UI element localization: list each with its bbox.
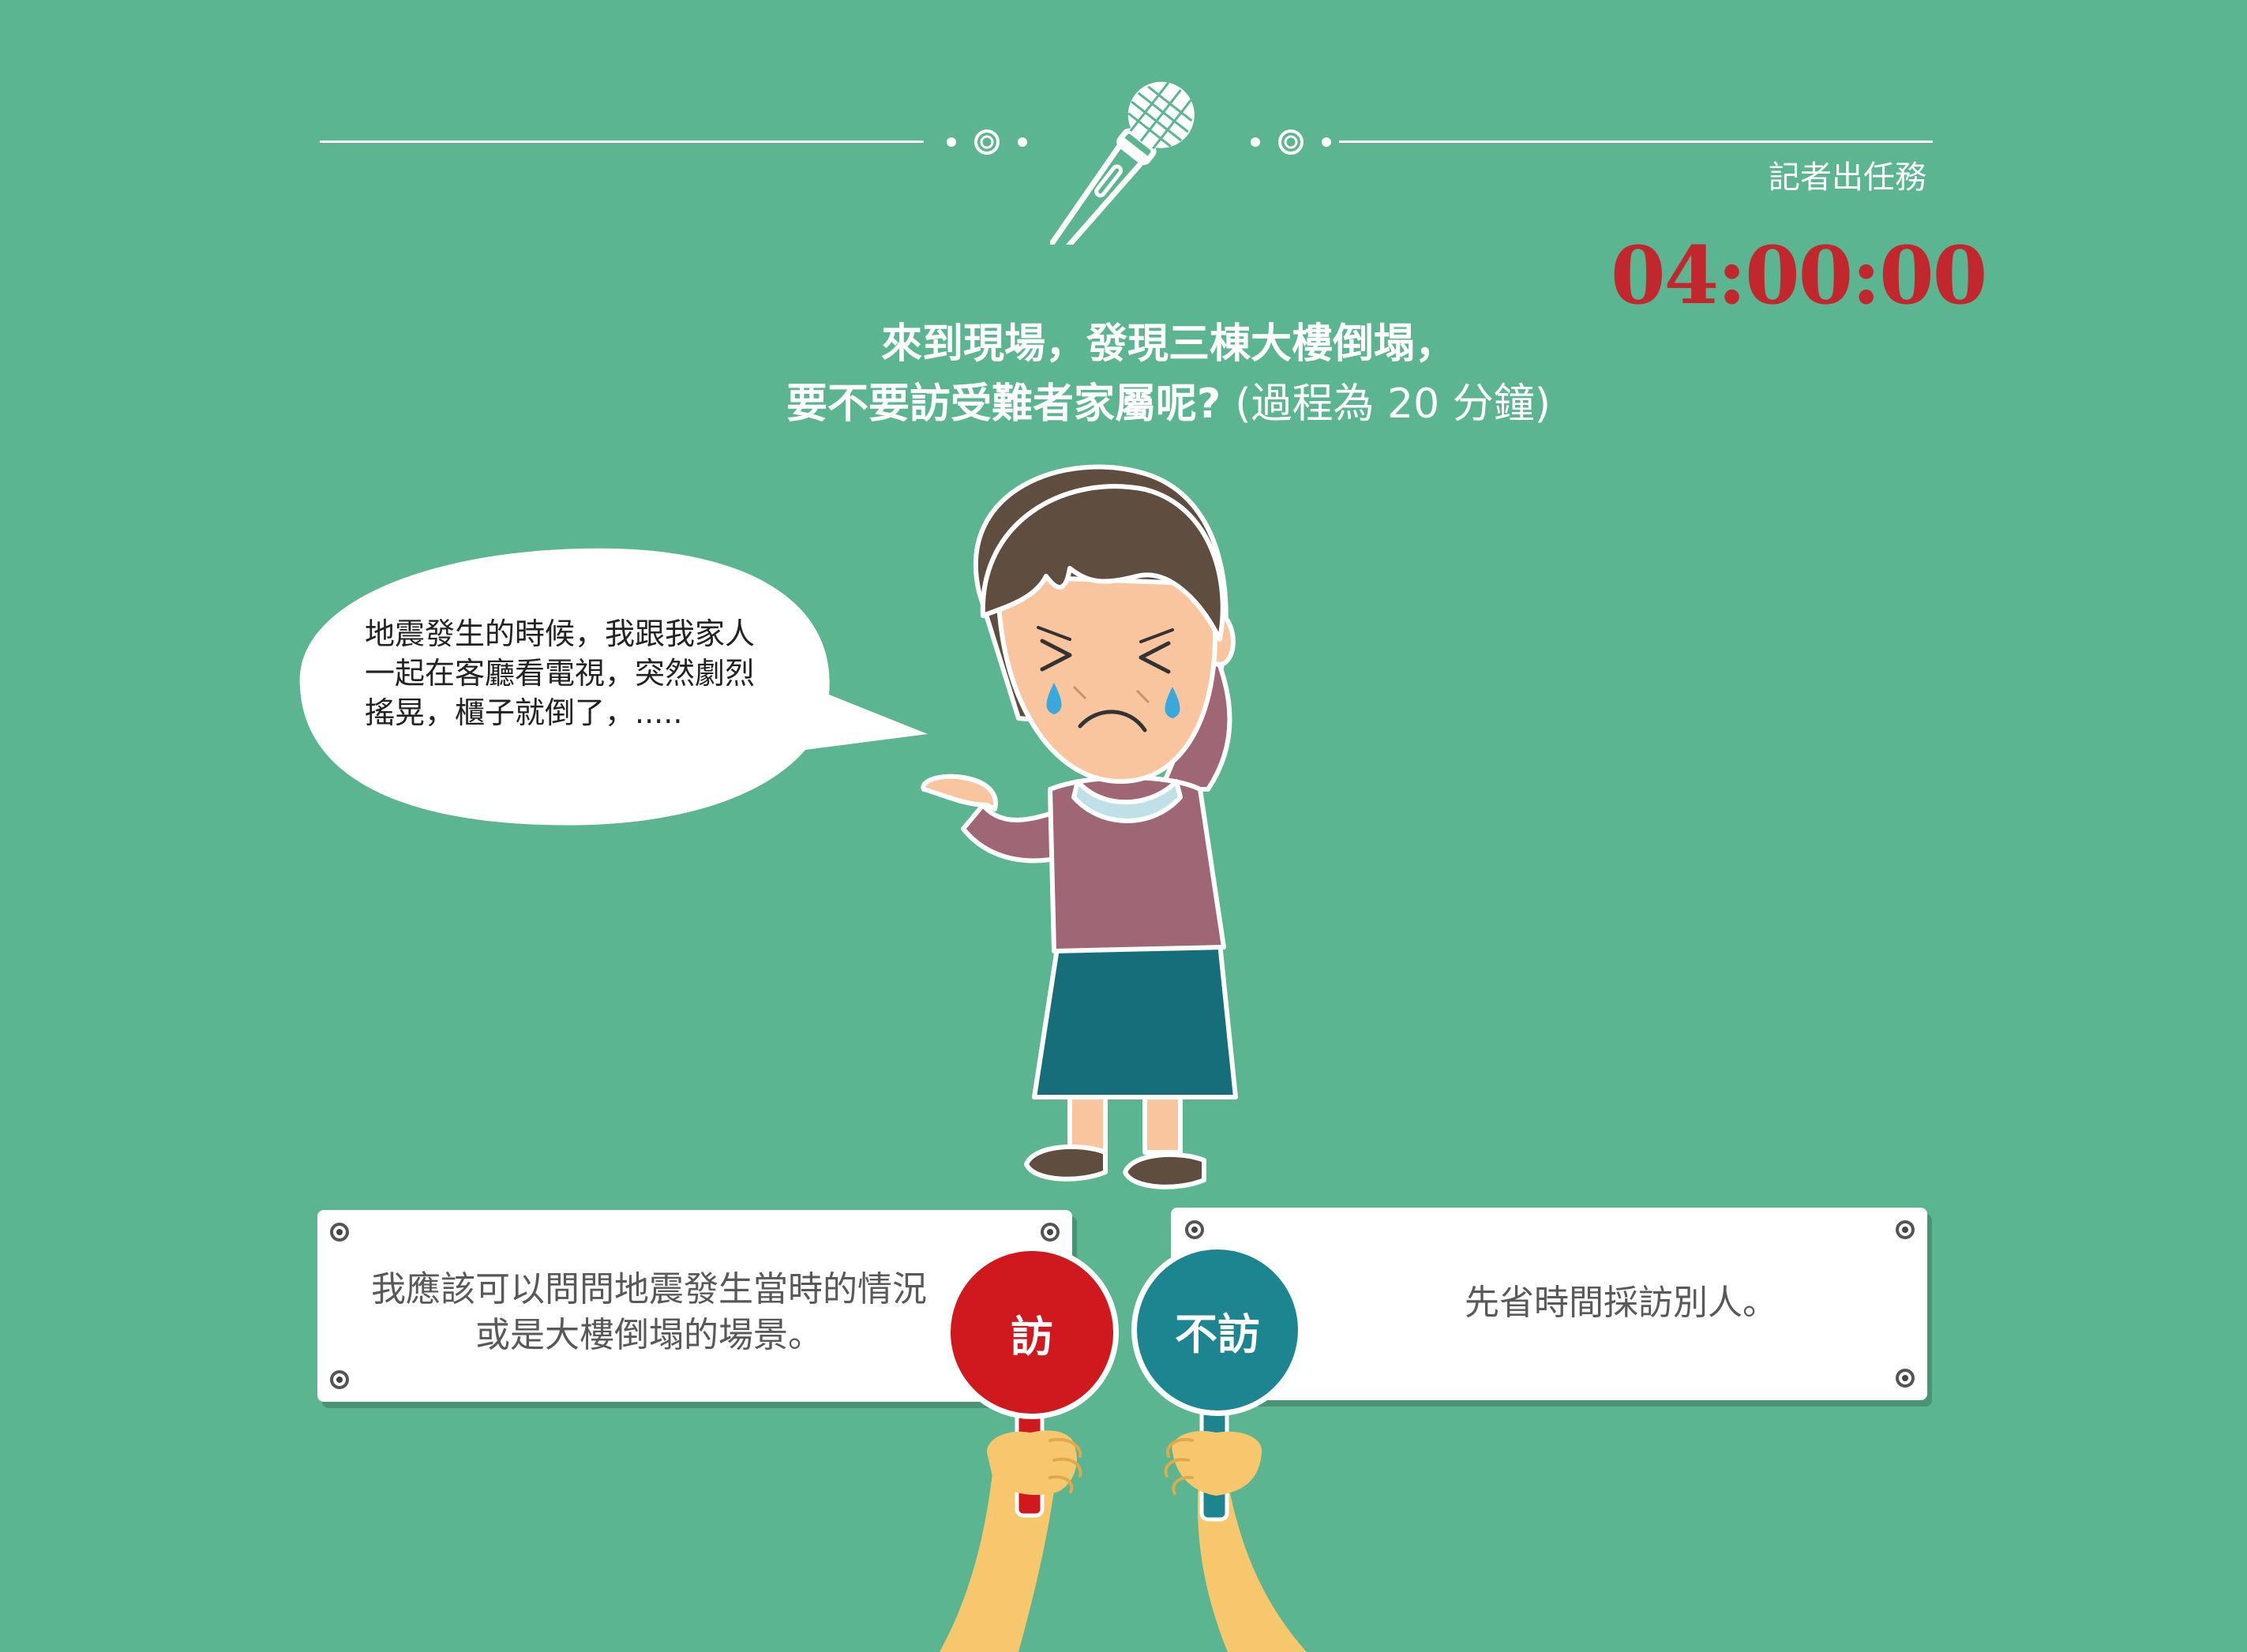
- screw-icon: [1185, 1220, 1204, 1239]
- speech-line: 一起在客廳看電視，突然劇烈: [365, 656, 756, 691]
- screw-icon: [1896, 1220, 1915, 1239]
- option-text-line: 我應該可以問問地震發生當時的情況: [371, 1269, 927, 1309]
- header-rule-left: [320, 140, 924, 143]
- interview-paddle-button[interactable]: 訪: [945, 1246, 1119, 1419]
- mission-label: 記者出任務: [1769, 159, 1926, 196]
- screw-icon: [330, 1370, 349, 1389]
- header-rule-right: [1339, 140, 1933, 143]
- countdown-timer: 04:00:00: [1611, 229, 1987, 322]
- speech-line: 搖晃，櫃子就倒了，.....: [365, 695, 683, 730]
- option-text-skip: 先省時間採訪別人。: [1465, 1283, 1777, 1323]
- hand-icon: [1164, 1389, 1307, 1652]
- ornament-icon: [947, 129, 1027, 155]
- crying-woman-illustration: [921, 464, 1238, 1189]
- option-text-interview: 我應該可以問問地震發生當時的情況 或是大樓倒塌的場景。: [365, 1267, 933, 1358]
- screw-icon: [1896, 1369, 1915, 1388]
- question-line1: 來到現場，發現三棟大樓倒塌，: [880, 320, 1456, 368]
- question-text: 來到現場，發現三棟大樓倒塌， 要不要訪受難者家屬呢? (過程為 20 分鐘): [632, 314, 1705, 434]
- screw-icon: [330, 1223, 349, 1242]
- interview-paddle-label: 訪: [1011, 1311, 1053, 1362]
- question-note: (過程為 20 分鐘): [1235, 380, 1551, 428]
- skip-paddle-label: 不訪: [1175, 1309, 1260, 1359]
- skip-paddle-button[interactable]: 不訪: [1131, 1244, 1304, 1416]
- microphone-icon: [1050, 81, 1195, 245]
- question-main: 要不要訪受難者家屬呢?: [786, 380, 1221, 428]
- hand-icon: [940, 1389, 1082, 1652]
- speech-line: 地震發生的時候，我跟我家人: [365, 616, 756, 651]
- screw-icon: [1041, 1223, 1060, 1242]
- speech-text: 地震發生的時候，我跟我家人 一起在客廳看電視，突然劇烈 搖晃，櫃子就倒了，...…: [365, 614, 807, 732]
- question-line2: 要不要訪受難者家屬呢? (過程為 20 分鐘): [632, 374, 1705, 434]
- option-text-line: 或是大樓倒塌的場景。: [475, 1315, 823, 1355]
- ornament-icon: [1251, 129, 1331, 155]
